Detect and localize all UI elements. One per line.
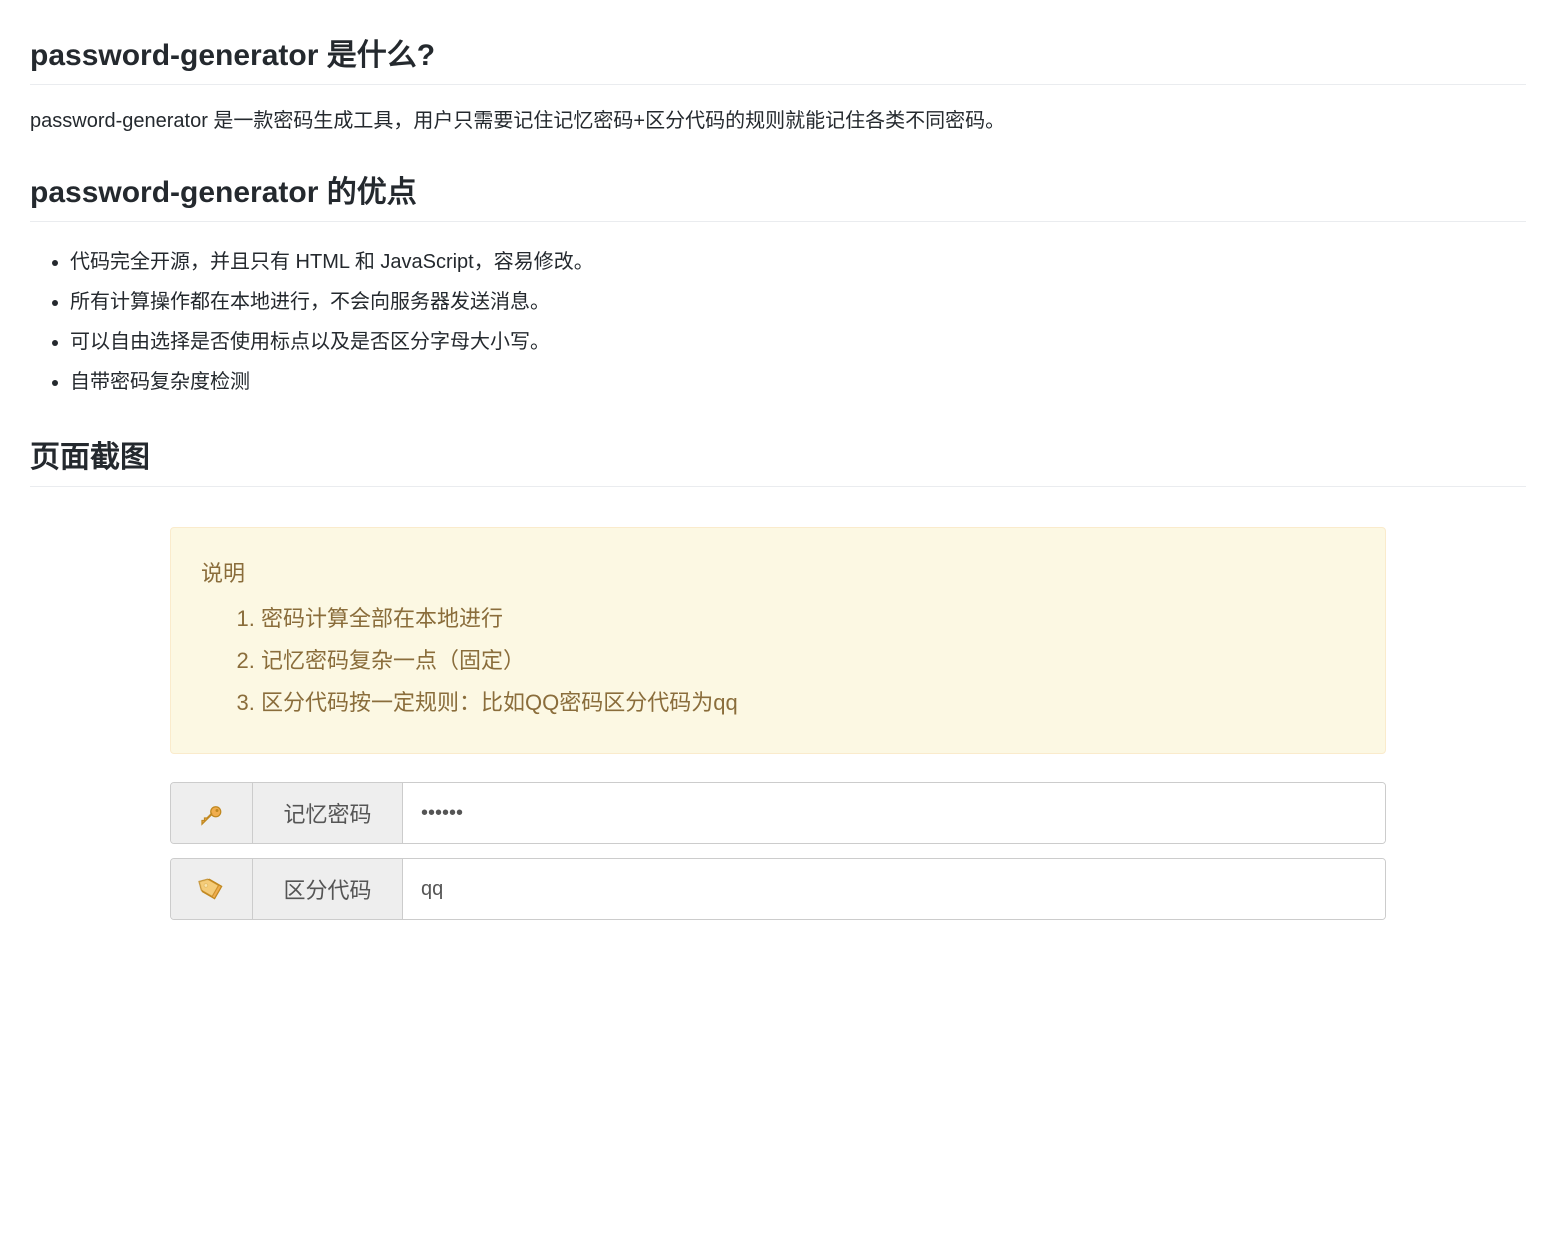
section-heading-advantages: password-generator 的优点 (30, 167, 1526, 222)
distinguish-code-input[interactable] (421, 878, 1367, 901)
distinguish-code-label: 区分代码 (253, 859, 403, 919)
key-icon (171, 783, 253, 843)
info-box-title: 说明 (201, 556, 1355, 588)
memory-password-label: 记忆密码 (253, 783, 403, 843)
section-heading-what: password-generator 是什么? (30, 30, 1526, 85)
list-item: 密码计算全部在本地进行 (261, 598, 1355, 640)
description-text: password-generator 是一款密码生成工具，用户只需要记住记忆密码… (30, 105, 1526, 137)
list-item: 可以自由选择是否使用标点以及是否区分字母大小写。 (70, 322, 1526, 362)
memory-password-input[interactable] (421, 802, 1367, 825)
section-heading-screenshot: 页面截图 (30, 432, 1526, 487)
list-item: 代码完全开源，并且只有 HTML 和 JavaScript，容易修改。 (70, 242, 1526, 282)
list-item: 区分代码按一定规则：比如QQ密码区分代码为qq (261, 682, 1355, 724)
list-item: 自带密码复杂度检测 (70, 362, 1526, 402)
screenshot-container: 说明 密码计算全部在本地进行 记忆密码复杂一点（固定） 区分代码按一定规则：比如… (30, 527, 1526, 920)
info-box-list: 密码计算全部在本地进行 记忆密码复杂一点（固定） 区分代码按一定规则：比如QQ密… (201, 598, 1355, 723)
info-box: 说明 密码计算全部在本地进行 记忆密码复杂一点（固定） 区分代码按一定规则：比如… (170, 527, 1386, 754)
list-item: 所有计算操作都在本地进行，不会向服务器发送消息。 (70, 282, 1526, 322)
tag-icon (171, 859, 253, 919)
list-item: 记忆密码复杂一点（固定） (261, 640, 1355, 682)
memory-password-row: 记忆密码 (170, 782, 1386, 844)
distinguish-code-row: 区分代码 (170, 858, 1386, 920)
advantages-list: 代码完全开源，并且只有 HTML 和 JavaScript，容易修改。 所有计算… (30, 242, 1526, 402)
